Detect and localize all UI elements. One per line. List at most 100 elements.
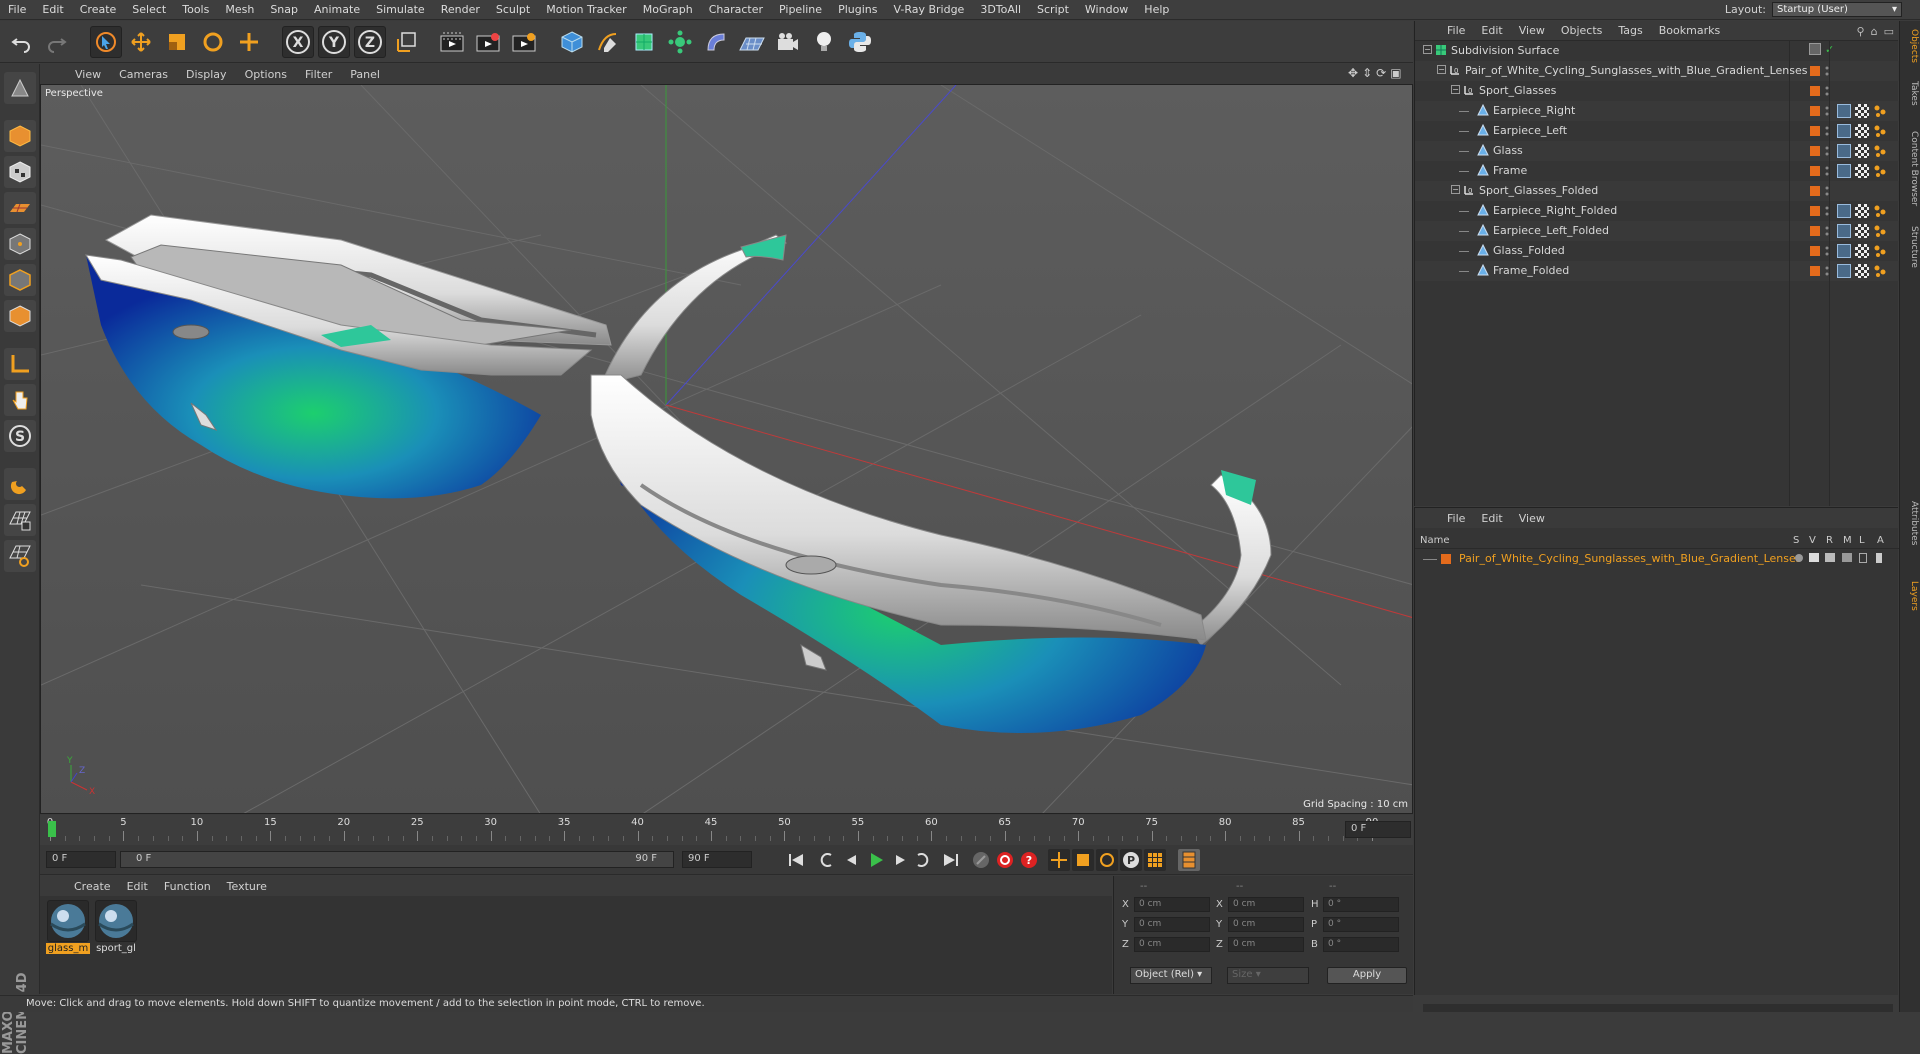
coord-field[interactable]: 0 cm [1228, 917, 1304, 932]
object-menu-tags[interactable]: Tags [1610, 24, 1650, 37]
menu-simulate[interactable]: Simulate [368, 3, 433, 16]
end-frame-field[interactable]: 90 F [682, 851, 752, 868]
uvw-tag-icon[interactable] [1873, 124, 1887, 138]
play-icon[interactable] [865, 849, 887, 871]
object-menu-bookmarks[interactable]: Bookmarks [1651, 24, 1728, 37]
layer-scrollbar[interactable] [1423, 1004, 1893, 1012]
menu-3dtoall[interactable]: 3DToAll [972, 3, 1029, 16]
texture-tag-icon[interactable] [1855, 244, 1869, 258]
uvw-tag-icon[interactable] [1873, 224, 1887, 238]
search-icon[interactable]: ⚲ [1857, 25, 1865, 38]
layer-color-icon[interactable] [1810, 86, 1820, 96]
layer-color-icon[interactable] [1810, 246, 1820, 256]
orbit-icon[interactable]: ⟳ [1376, 66, 1386, 80]
scale-key-icon[interactable] [1072, 849, 1094, 871]
layer-solo-toggle[interactable] [1795, 554, 1803, 562]
lock-icon[interactable] [1859, 553, 1867, 563]
menu-file[interactable]: File [0, 3, 34, 16]
cube-icon[interactable] [556, 26, 588, 58]
material-menu-create[interactable]: Create [66, 880, 119, 893]
expand-icon[interactable]: − [1451, 85, 1460, 94]
menu-mograph[interactable]: MoGraph [635, 3, 701, 16]
side-tab-structure[interactable]: Structure [1902, 226, 1919, 268]
menu-pipeline[interactable]: Pipeline [771, 3, 830, 16]
menu-motion-tracker[interactable]: Motion Tracker [538, 3, 634, 16]
side-tab-content-browser[interactable]: Content Browser [1902, 131, 1919, 206]
workplane-icon[interactable] [4, 192, 36, 224]
points-mode-icon[interactable] [4, 228, 36, 260]
layer-animation-icon[interactable] [1876, 553, 1882, 563]
camera-icon[interactable] [772, 26, 804, 58]
make-editable-icon[interactable] [4, 72, 36, 104]
texture-tag-icon[interactable] [1855, 164, 1869, 178]
x-axis-icon[interactable]: X [282, 26, 314, 58]
layer-menu-file[interactable]: File [1439, 512, 1473, 525]
soft-selection-icon[interactable]: S [4, 420, 36, 452]
z-axis-icon[interactable]: Z [354, 26, 386, 58]
layer-menu-view[interactable]: View [1511, 512, 1553, 525]
layer-color-icon[interactable] [1810, 126, 1820, 136]
material-swatch[interactable]: glass_m [46, 900, 90, 954]
texture-tag-icon[interactable] [1855, 144, 1869, 158]
record-keys-icon[interactable] [970, 849, 992, 871]
layer-color-icon[interactable] [1810, 266, 1820, 276]
layer-render-icon[interactable] [1825, 553, 1835, 562]
object-row[interactable]: Frame [1415, 161, 1899, 181]
move-icon[interactable] [125, 26, 157, 58]
coord-field[interactable]: 0 ° [1323, 897, 1399, 912]
layer-manager-icon[interactable] [1842, 553, 1852, 562]
maximize-icon[interactable]: ▣ [1390, 66, 1401, 80]
coord-mode-select[interactable]: Object (Rel) ▾ [1130, 967, 1212, 984]
texture-tag-icon[interactable] [1855, 264, 1869, 278]
uvw-tag-icon[interactable] [1873, 204, 1887, 218]
start-frame-field[interactable]: 0 F [46, 851, 116, 868]
autokey-icon[interactable] [994, 849, 1016, 871]
material-menu-function[interactable]: Function [156, 880, 219, 893]
phong-tag-icon[interactable] [1837, 224, 1851, 238]
next-key-icon[interactable] [912, 849, 934, 871]
layer-menu-edit[interactable]: Edit [1473, 512, 1510, 525]
frame-range-slider[interactable]: 0 F 90 F [120, 851, 674, 868]
object-menu-file[interactable]: File [1439, 24, 1473, 37]
layer-color-icon[interactable] [1810, 226, 1820, 236]
menu-script[interactable]: Script [1029, 3, 1077, 16]
object-row[interactable]: −0 Pair_of_White_Cycling_Sunglasses_with_… [1415, 61, 1899, 81]
phong-tag-icon[interactable] [1837, 104, 1851, 118]
menu-render[interactable]: Render [433, 3, 488, 16]
expand-icon[interactable]: − [1423, 45, 1432, 54]
coord-field[interactable]: 0 cm [1134, 937, 1210, 952]
object-row[interactable]: −0 Sport_Glasses_Folded [1415, 181, 1899, 201]
object-menu-objects[interactable]: Objects [1553, 24, 1611, 37]
texture-tag-icon[interactable] [1855, 224, 1869, 238]
axis-mode-icon[interactable] [4, 348, 36, 380]
object-row[interactable]: Frame_Folded [1415, 261, 1899, 281]
uvw-tag-icon[interactable] [1873, 264, 1887, 278]
model-mode-icon[interactable] [4, 120, 36, 152]
param-key-icon[interactable]: P [1120, 849, 1142, 871]
uvw-tag-icon[interactable] [1873, 164, 1887, 178]
viewport-menu-view[interactable]: View [66, 68, 110, 81]
y-axis-icon[interactable]: Y [318, 26, 350, 58]
coord-field[interactable]: 0 cm [1228, 897, 1304, 912]
material-menu-texture[interactable]: Texture [219, 880, 275, 893]
texture-tag-icon[interactable] [1855, 204, 1869, 218]
object-menu-edit[interactable]: Edit [1473, 24, 1510, 37]
timeline-icon[interactable] [1178, 849, 1200, 871]
deformer-icon[interactable] [700, 26, 732, 58]
material-menu-edit[interactable]: Edit [119, 880, 156, 893]
object-row[interactable]: Earpiece_Left [1415, 121, 1899, 141]
prev-key-icon[interactable] [815, 849, 837, 871]
3d-viewport[interactable]: Y X Z Perspective Grid Spacing : 10 cm [40, 84, 1413, 814]
uvw-tag-icon[interactable] [1873, 104, 1887, 118]
timeline-ruler[interactable]: 051015202530354045505560657075808590 0 F [40, 815, 1413, 845]
texture-tag-icon[interactable] [1855, 124, 1869, 138]
uvw-tag-icon[interactable] [1873, 244, 1887, 258]
menu-sculpt[interactable]: Sculpt [488, 3, 538, 16]
goto-end-icon[interactable] [940, 849, 962, 871]
texture-mode-icon[interactable] [4, 156, 36, 188]
new-window-icon[interactable]: ▭ [1884, 25, 1894, 38]
python-icon[interactable] [844, 26, 876, 58]
light-icon[interactable] [808, 26, 840, 58]
rotate-key-icon[interactable] [1096, 849, 1118, 871]
layer-color-icon[interactable] [1810, 206, 1820, 216]
